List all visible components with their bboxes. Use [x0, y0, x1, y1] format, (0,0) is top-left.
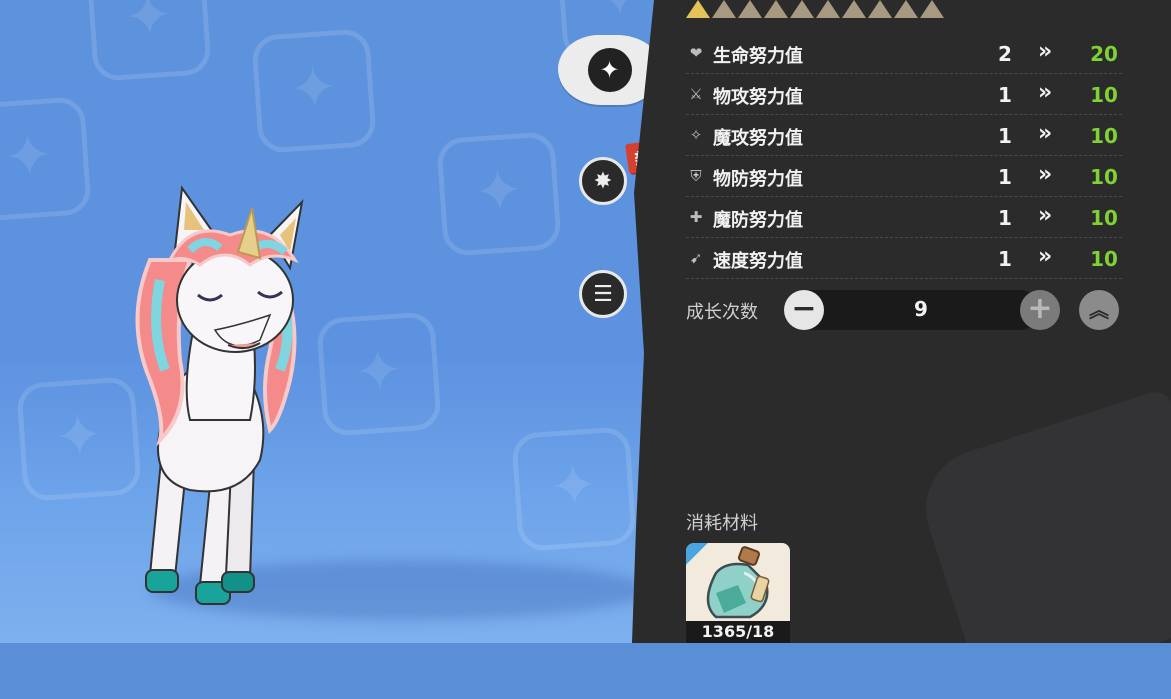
- sword-icon: ⚔: [689, 85, 703, 103]
- ev-stats-list: ❤ 生命努力值 2 » 20 ⚔ 物攻努力值 1 » 10 ✧ 魔攻努力值 1 » 10 ⛨ 物防努力值 1 » 10…: [686, 33, 1122, 279]
- growth-max-button[interactable]: ︽: [1079, 290, 1119, 330]
- rank-star-icon: [790, 0, 814, 18]
- rank-star-icon: [920, 0, 944, 18]
- upgrade-arrow-icon: »: [1038, 162, 1053, 187]
- upgrade-arrow-icon: »: [1038, 39, 1053, 64]
- background-pattern-icon: [251, 28, 377, 154]
- stat-label: 物防努力值: [713, 169, 803, 190]
- upgrade-arrow-icon: »: [1038, 80, 1053, 105]
- stat-current-value: 1: [998, 124, 1012, 148]
- stat-next-value: 10: [1090, 165, 1118, 189]
- rank-star-icon: [816, 0, 840, 18]
- rank-star-icon: [842, 0, 866, 18]
- rank-star-icon: [764, 0, 788, 18]
- upgrade-arrow-icon: »: [1038, 244, 1053, 269]
- rank-stars: [686, 0, 944, 20]
- stat-label: 生命努力值: [713, 46, 803, 67]
- rank-star-icon: [894, 0, 918, 18]
- background-pattern-icon: [436, 131, 562, 257]
- heart-icon: ❤: [689, 44, 703, 62]
- material-count: 1365/18: [686, 621, 790, 643]
- stat-next-value: 10: [1090, 124, 1118, 148]
- material-item[interactable]: 1365/18: [686, 543, 790, 643]
- stat-label: 魔防努力值: [713, 210, 803, 231]
- stat-row: ✚ 魔防努力值 1 » 10: [686, 197, 1122, 238]
- stat-row: ❤ 生命努力值 2 » 20: [686, 33, 1122, 74]
- stat-current-value: 1: [998, 247, 1012, 271]
- skill-tab[interactable]: ✸: [579, 157, 627, 205]
- stat-label: 速度努力值: [713, 251, 803, 272]
- stat-row: ⛨ 物防努力值 1 » 10: [686, 156, 1122, 197]
- rank-star-icon: [712, 0, 736, 18]
- growth-count-value: 9: [914, 297, 928, 321]
- stat-next-value: 10: [1090, 247, 1118, 271]
- notes-tab[interactable]: ☰: [579, 270, 627, 318]
- boot-icon: ➹: [689, 249, 703, 267]
- stat-current-value: 1: [998, 206, 1012, 230]
- wand-icon: ✧: [689, 126, 703, 144]
- stat-label: 魔攻努力值: [713, 128, 803, 149]
- growth-count-row: 成长次数 − 9 + ︽: [686, 290, 1122, 330]
- notes-icon: ☰: [593, 281, 613, 307]
- stat-row: ✧ 魔攻努力值 1 » 10: [686, 115, 1122, 156]
- rank-star-icon: [868, 0, 892, 18]
- unicorn-pet-model[interactable]: [120, 180, 340, 620]
- ev-training-icon: ✦: [587, 48, 632, 92]
- growth-decrease-button[interactable]: −: [784, 290, 824, 330]
- stat-row: ➹ 速度努力值 1 » 10: [686, 238, 1122, 279]
- background-pattern-icon: [0, 96, 92, 222]
- skill-icon: ✸: [593, 168, 613, 194]
- materials-title: 消耗材料: [686, 513, 758, 534]
- upgrade-arrow-icon: »: [1038, 203, 1053, 228]
- stat-current-value: 2: [998, 42, 1012, 66]
- shield-icon: ⛨: [690, 167, 702, 185]
- stat-next-value: 10: [1090, 206, 1118, 230]
- upgrade-arrow-icon: »: [1038, 121, 1053, 146]
- background-pattern-icon: [86, 0, 212, 82]
- panel-decoration: [910, 387, 1171, 643]
- magic-shield-icon: ✚: [689, 208, 703, 226]
- rank-star-icon: [738, 0, 762, 18]
- stat-current-value: 1: [998, 165, 1012, 189]
- stat-label: 物攻努力值: [713, 87, 803, 108]
- growth-increase-button[interactable]: +: [1020, 290, 1060, 330]
- stat-next-value: 10: [1090, 83, 1118, 107]
- stat-current-value: 1: [998, 83, 1012, 107]
- rarity-corner: [686, 543, 708, 565]
- growth-count-label: 成长次数: [686, 302, 758, 323]
- stat-row: ⚔ 物攻努力值 1 » 10: [686, 74, 1122, 115]
- rank-star-icon: [686, 0, 710, 18]
- stat-next-value: 20: [1090, 42, 1118, 66]
